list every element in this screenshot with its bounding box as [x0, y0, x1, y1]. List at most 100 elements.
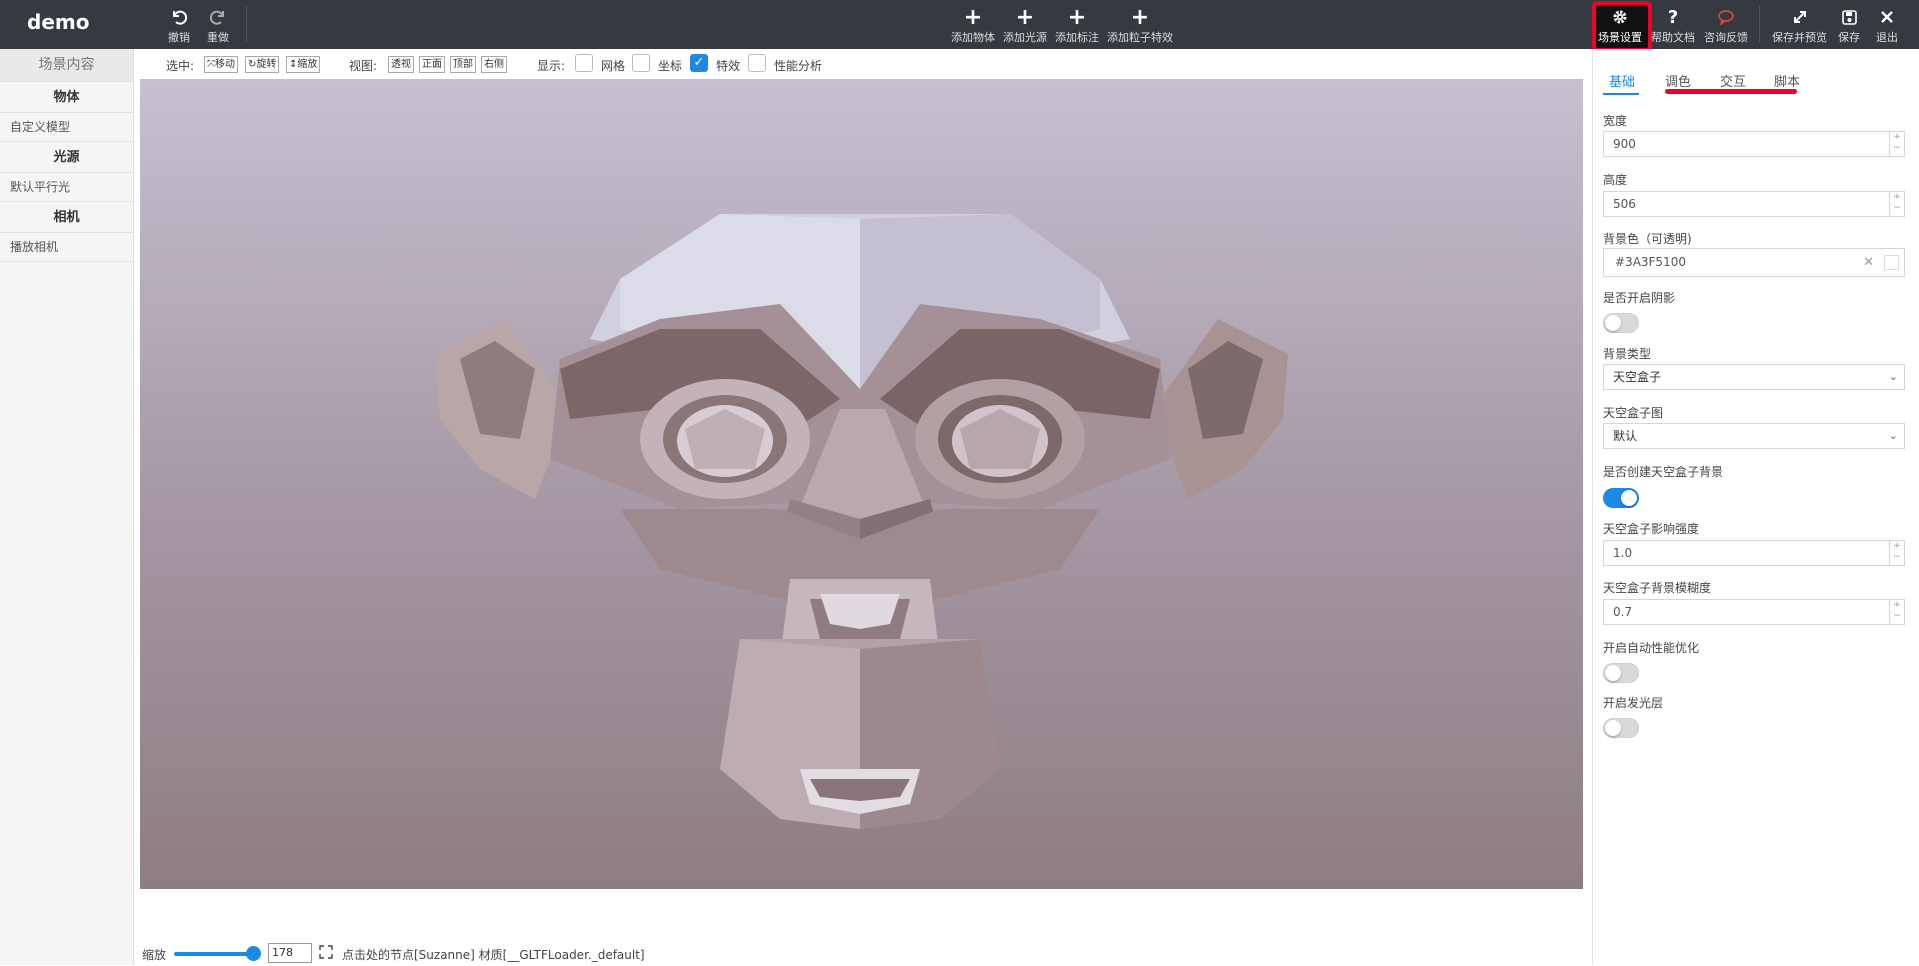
- stepper-icon[interactable]: + −: [1889, 132, 1904, 156]
- display-label: 显示:: [537, 59, 566, 73]
- suzanne-model: [435, 214, 1288, 829]
- add-object-button[interactable]: + 添加物体: [951, 4, 995, 45]
- add-particle-button[interactable]: + 添加粒子特效: [1107, 5, 1173, 45]
- perf-label: 性能分析: [774, 59, 823, 73]
- stepper-icon[interactable]: + −: [1889, 192, 1904, 216]
- viewport-toolbar: 选中: ⤧移动 ↻旋转 ↕缩放 视图: 透视 正面 顶部 右侧 显示: 网格 坐…: [134, 49, 1592, 79]
- create-skybox-label: 是否创建天空盒子背景: [1603, 465, 1724, 479]
- width-label: 宽度: [1603, 114, 1628, 128]
- tree-item-default-light[interactable]: 默认平行光: [0, 173, 133, 202]
- red-annotation-underline: [1665, 89, 1797, 94]
- top-bar: demo 撤销 重做 + 添加物体 + 添加光源 + 添加标注 + 添加粒子特效…: [0, 0, 1919, 52]
- select-label: 选中:: [166, 59, 195, 73]
- skybox-intensity-input[interactable]: 1.0 + −: [1603, 540, 1905, 566]
- plus-icon: +: [1067, 4, 1087, 30]
- axes-label: 坐标: [658, 59, 683, 73]
- tab-color[interactable]: 调色: [1665, 71, 1691, 90]
- group-cameras: 相机: [0, 202, 133, 233]
- create-skybox-toggle[interactable]: [1603, 488, 1639, 508]
- plus-icon: +: [1015, 4, 1035, 30]
- grid-checkbox[interactable]: [575, 54, 593, 72]
- stepper-icon[interactable]: + −: [1889, 541, 1904, 565]
- bg-color-input[interactable]: #3A3F5100 ✕: [1603, 248, 1905, 277]
- view-right-button[interactable]: 右侧: [481, 56, 507, 73]
- tree-item-play-camera[interactable]: 播放相机: [0, 233, 133, 262]
- auto-perf-toggle[interactable]: [1603, 663, 1639, 683]
- undo-icon: [170, 6, 188, 28]
- expand-icon: [1792, 6, 1808, 28]
- view-front-button[interactable]: 正面: [419, 56, 445, 73]
- status-bar: 缩放 178 点击处的节点[Suzanne] 材质[__GLTFLoader._…: [134, 940, 1592, 966]
- tree-item-custom-model[interactable]: 自定义模型: [0, 113, 133, 142]
- chevron-down-icon: ⌄: [1888, 370, 1898, 383]
- picked-node-info: 点击处的节点[Suzanne] 材质[__GLTFLoader._default…: [342, 948, 645, 962]
- stepper-icon[interactable]: + −: [1889, 600, 1904, 624]
- toolbar-divider: [246, 6, 247, 42]
- zoom-slider-thumb[interactable]: [246, 946, 261, 961]
- toggle-knob: [1605, 720, 1621, 736]
- floppy-icon: [1841, 6, 1857, 28]
- tab-basic[interactable]: 基础: [1609, 71, 1635, 90]
- width-input[interactable]: 900 + −: [1603, 131, 1905, 157]
- view-perspective-button[interactable]: 透视: [388, 56, 414, 73]
- close-icon: [1880, 6, 1894, 28]
- zoom-slider-track[interactable]: [174, 952, 254, 956]
- exit-button[interactable]: 退出: [1876, 6, 1898, 45]
- move-tool-button[interactable]: ⤧移动: [204, 56, 238, 73]
- add-light-button[interactable]: + 添加光源: [1003, 4, 1047, 45]
- toolbar-divider: [1759, 6, 1760, 42]
- auto-perf-label: 开启自动性能优化: [1603, 641, 1700, 655]
- redo-icon: [209, 6, 227, 28]
- effects-checkbox[interactable]: ✓: [690, 54, 708, 72]
- skybox-select[interactable]: 默认 ⌄: [1603, 423, 1905, 449]
- zoom-label: 缩放: [142, 948, 167, 962]
- shadow-toggle[interactable]: [1603, 313, 1639, 333]
- rotate-tool-button[interactable]: ↻旋转: [245, 56, 280, 73]
- undo-button[interactable]: 撤销: [168, 6, 190, 45]
- zoom-input[interactable]: 178: [268, 943, 312, 963]
- chat-icon: [1717, 6, 1735, 28]
- skybox-blur-label: 天空盒子背景模糊度: [1603, 581, 1712, 595]
- add-annotation-button[interactable]: + 添加标注: [1055, 4, 1099, 45]
- check-icon: ✓: [693, 55, 705, 70]
- redo-button[interactable]: 重做: [207, 6, 229, 45]
- toggle-knob: [1621, 490, 1637, 506]
- fullscreen-icon[interactable]: [319, 945, 333, 959]
- axes-checkbox[interactable]: [632, 54, 650, 72]
- plus-icon: +: [963, 4, 983, 30]
- gear-icon: [1612, 6, 1628, 28]
- save-button[interactable]: 保存: [1838, 6, 1860, 45]
- skybox-blur-input[interactable]: 0.7 + −: [1603, 599, 1905, 625]
- 3d-viewport[interactable]: [140, 79, 1583, 889]
- bg-type-select[interactable]: 天空盒子 ⌄: [1603, 364, 1905, 390]
- move-icon: ⤧: [207, 59, 215, 70]
- glow-toggle[interactable]: [1603, 718, 1639, 738]
- properties-tabs: 基础 调色 交互 脚本: [1593, 49, 1919, 99]
- clear-icon[interactable]: ✕: [1863, 249, 1874, 276]
- properties-panel: 基础 调色 交互 脚本 宽度 900 + − 高度 506 + − 背景色（可透明)…: [1592, 49, 1919, 965]
- skybox-intensity-label: 天空盒子影响强度: [1603, 522, 1700, 536]
- feedback-button[interactable]: 咨询反馈: [1704, 6, 1748, 45]
- tab-script[interactable]: 脚本: [1774, 71, 1800, 90]
- scene-settings-button[interactable]: 场景设置: [1598, 6, 1642, 45]
- group-objects: 物体: [0, 82, 133, 113]
- toggle-knob: [1605, 315, 1621, 331]
- scale-tool-button[interactable]: ↕缩放: [286, 56, 321, 73]
- view-top-button[interactable]: 顶部: [450, 56, 476, 73]
- height-input[interactable]: 506 + −: [1603, 191, 1905, 217]
- shadow-label: 是否开启阴影: [1603, 291, 1676, 305]
- question-icon: ?: [1667, 6, 1679, 28]
- save-preview-button[interactable]: 保存并预览: [1772, 6, 1827, 45]
- scene-tree-header: 场景内容: [0, 49, 133, 82]
- color-swatch[interactable]: [1884, 255, 1899, 270]
- scene-tree-panel: 场景内容 物体 自定义模型 光源 默认平行光 相机 播放相机: [0, 49, 134, 965]
- perf-checkbox[interactable]: [748, 54, 766, 72]
- bg-type-label: 背景类型: [1603, 347, 1652, 361]
- view-label: 视图:: [349, 59, 378, 73]
- grid-label: 网格: [601, 59, 626, 73]
- tab-interaction[interactable]: 交互: [1720, 71, 1746, 90]
- app-title: demo: [27, 10, 90, 34]
- chevron-down-icon: ⌄: [1888, 429, 1898, 442]
- help-docs-button[interactable]: ? 帮助文档: [1651, 6, 1695, 45]
- active-tab-indicator: [1603, 93, 1639, 95]
